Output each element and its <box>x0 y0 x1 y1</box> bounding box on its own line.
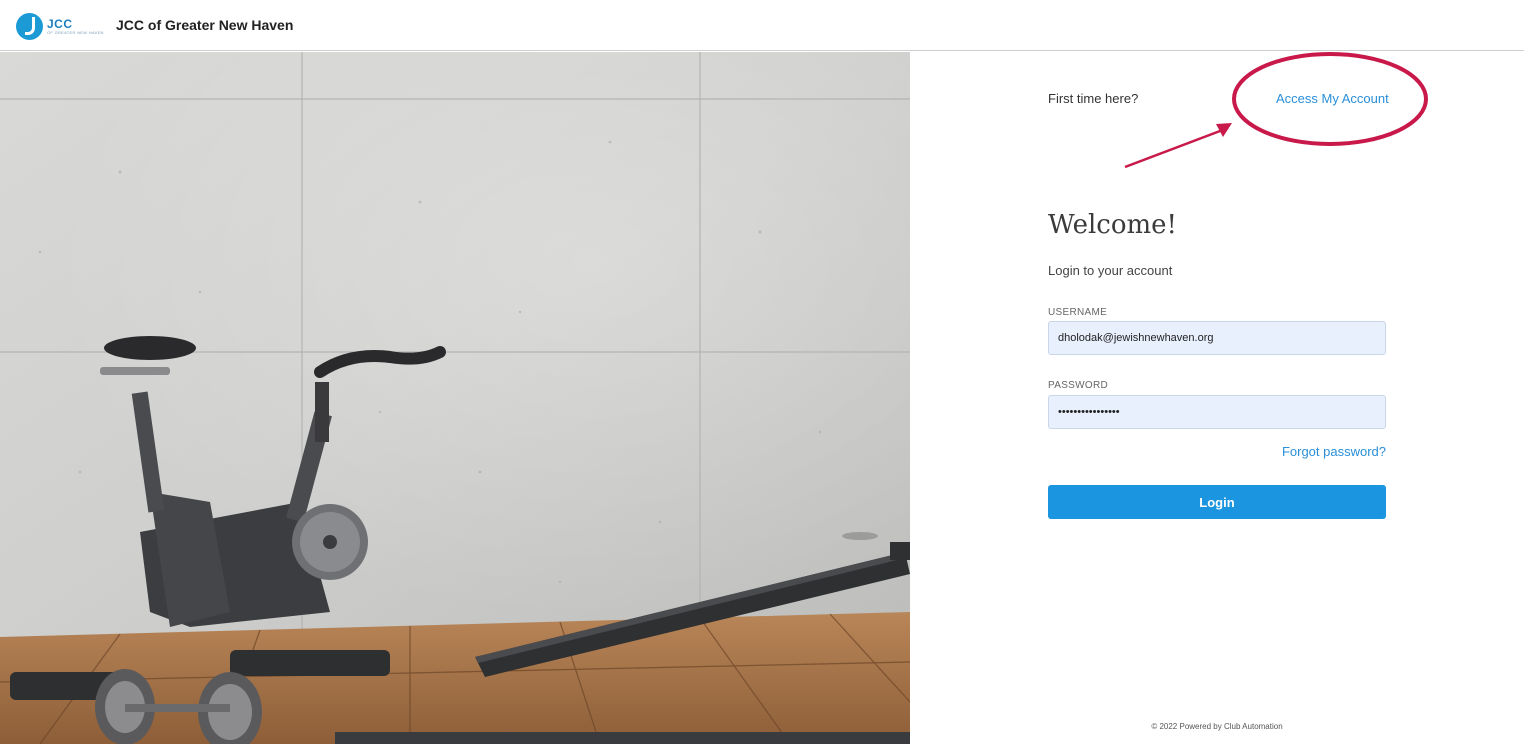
forgot-password-link[interactable]: Forgot password? <box>1282 444 1386 459</box>
annotation-arrow-head <box>1216 123 1232 137</box>
organization-name: JCC of Greater New Haven <box>116 17 294 33</box>
password-input[interactable] <box>1048 395 1386 429</box>
access-my-account-link[interactable]: Access My Account <box>1276 91 1389 106</box>
footer-text: © 2022 Powered by Club Automation <box>1151 722 1283 731</box>
annotation-overlay <box>1124 52 1428 169</box>
logo-subtext: OF GREATER NEW HAVEN <box>47 29 104 35</box>
logo-text: JCC <box>47 16 73 31</box>
jcc-logo[interactable]: JCC OF GREATER NEW HAVEN <box>16 11 104 41</box>
login-subtitle: Login to your account <box>1048 263 1173 278</box>
username-label: USERNAME <box>1048 307 1108 318</box>
hero-image <box>0 52 910 744</box>
top-header: JCC OF GREATER NEW HAVEN JCC of Greater … <box>0 0 1524 51</box>
login-panel: First time here? Access My Account Welco… <box>910 52 1524 744</box>
password-label: PASSWORD <box>1048 380 1108 391</box>
annotation-arrow-shaft <box>1124 126 1229 169</box>
username-input[interactable] <box>1048 321 1386 355</box>
jcc-logo-icon <box>16 12 43 40</box>
gym-photo-illustration <box>0 52 910 744</box>
welcome-title: Welcome! <box>1048 210 1178 240</box>
login-button[interactable]: Login <box>1048 485 1386 519</box>
first-time-text: First time here? <box>1048 91 1139 106</box>
